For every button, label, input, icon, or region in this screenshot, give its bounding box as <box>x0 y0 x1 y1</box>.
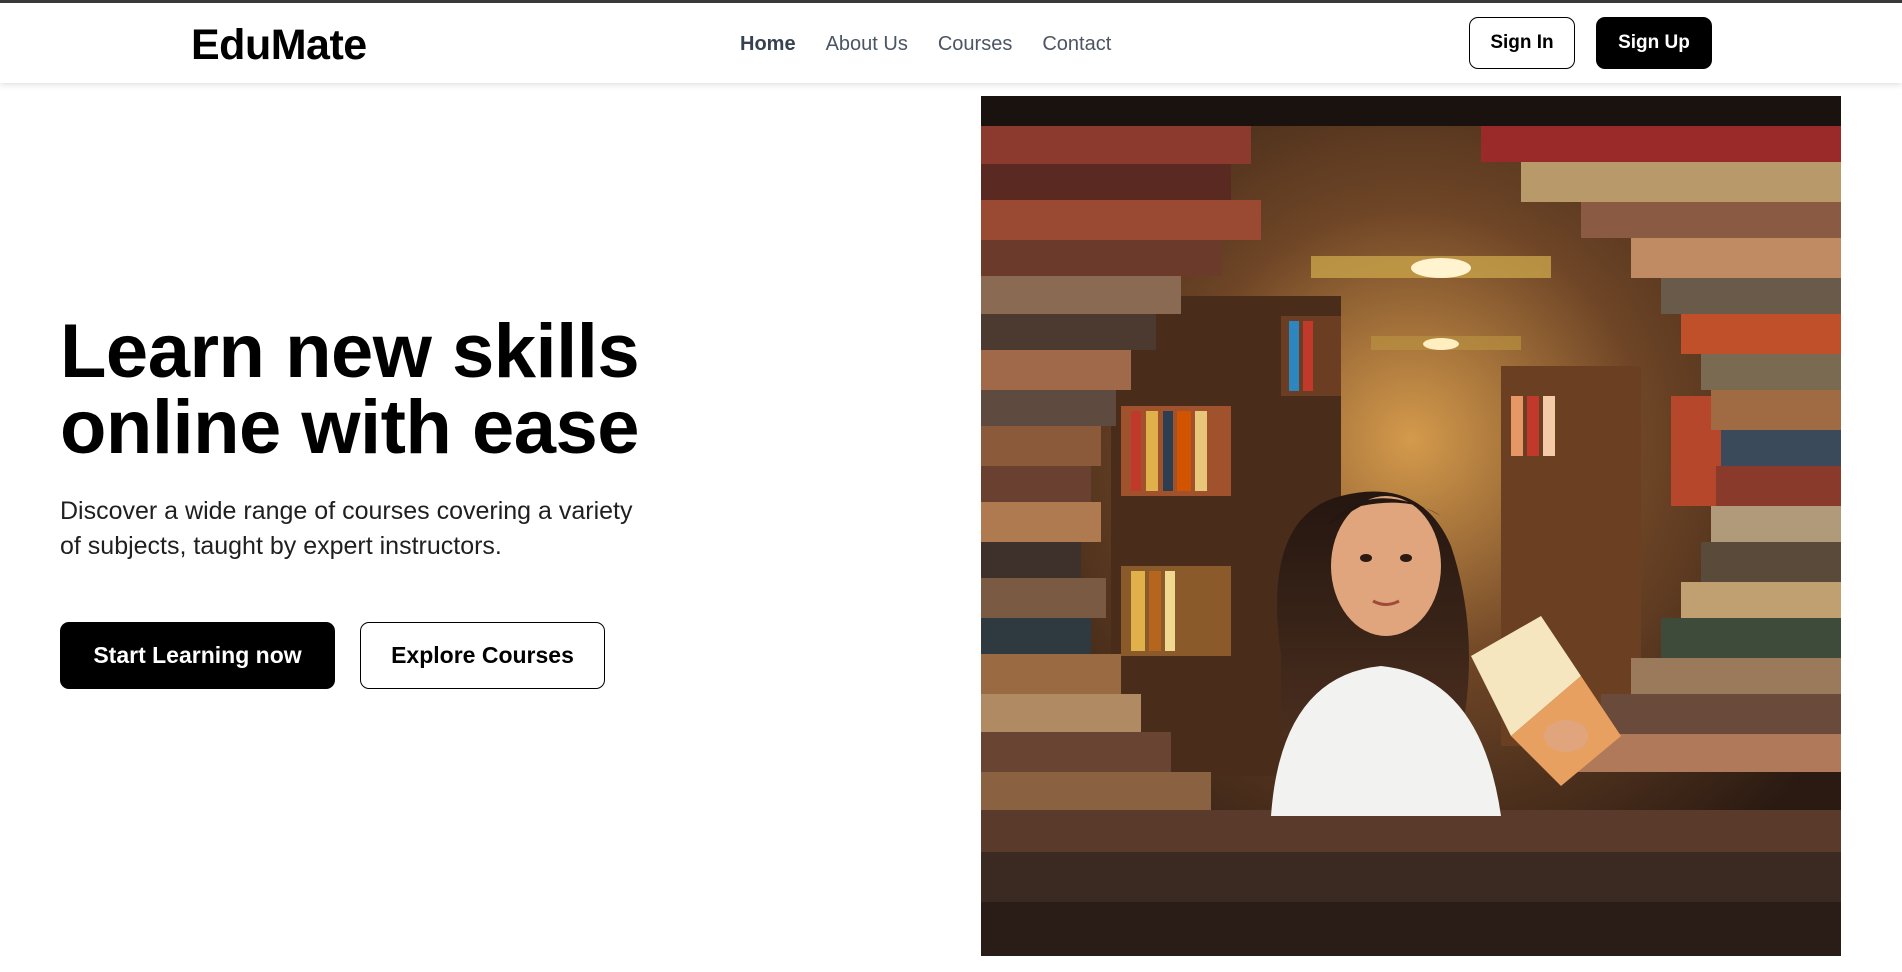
hero-subtitle-line-1: Discover a wide range of courses coverin… <box>60 497 633 525</box>
hero-title-line-1: Learn new skills <box>60 309 640 394</box>
navbar: EduMate Home About Us Courses Contact Si… <box>0 3 1902 83</box>
sign-in-button[interactable]: Sign In <box>1469 17 1575 69</box>
nav-contact-link[interactable]: Contact <box>1042 33 1111 56</box>
nav-courses-link[interactable]: Courses <box>938 33 1012 56</box>
explore-courses-button[interactable]: Explore Courses <box>360 622 605 689</box>
hero-image-bookstore <box>981 96 1841 956</box>
nav-links: Home About Us Courses Contact <box>740 33 1111 56</box>
hero-subtitle: Discover a wide range of courses coverin… <box>60 494 640 564</box>
nav-about-link[interactable]: About Us <box>826 33 908 56</box>
nav-home-link[interactable]: Home <box>740 33 796 56</box>
hero-illustration <box>981 96 1841 956</box>
start-learning-button[interactable]: Start Learning now <box>60 622 335 689</box>
hero-title-line-2: online with ease <box>60 385 640 470</box>
logo[interactable]: EduMate <box>191 21 367 70</box>
hero-subtitle-line-2: of subjects, taught by expert instructor… <box>60 532 502 560</box>
sign-up-button[interactable]: Sign Up <box>1596 17 1712 69</box>
hero-title: Learn new skills online with ease <box>60 314 760 466</box>
